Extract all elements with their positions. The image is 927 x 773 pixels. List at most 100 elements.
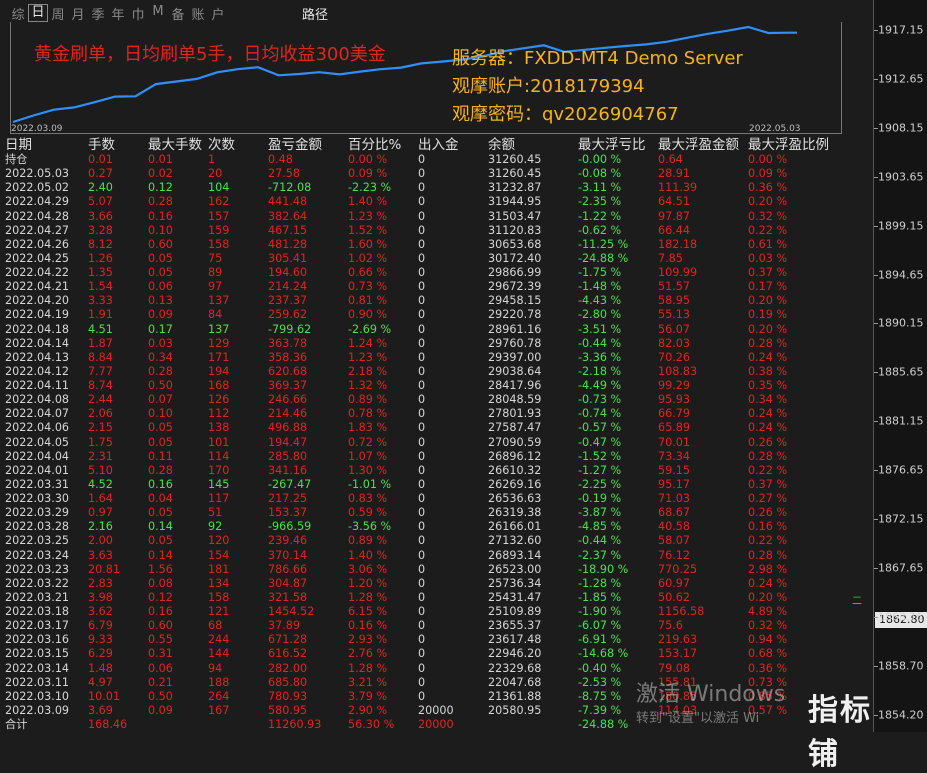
- cell-balance: 27132.60: [488, 534, 542, 548]
- cell-max-float-profit-pct: 0.22 %: [748, 463, 788, 477]
- cell-balance: 29866.99: [488, 266, 542, 279]
- cell-count: 137: [208, 294, 230, 308]
- cell-max-float-profit-pct: 0.37 %: [748, 477, 788, 491]
- cell-max-float-profit: 219.63: [658, 633, 698, 647]
- header-max-float-loss: 最大浮亏比: [578, 137, 646, 153]
- table-row: 持仓 0.01 0.01 1 0.48 0.00 % 0 31260.45 -0.00 % 0.6…: [5, 153, 865, 167]
- cell-max-float-profit: 59.15: [658, 463, 691, 477]
- cell-max-float-profit: 66.79: [658, 407, 691, 421]
- site-logo: 指标铺: [808, 693, 872, 772]
- cell-date: 2022.04.08: [5, 393, 70, 407]
- cell-lots: 3.33: [88, 294, 113, 308]
- cell-deposit: 0: [418, 379, 426, 392]
- cell-date: 2022.05.02: [5, 181, 70, 195]
- cell-percent: 1.40 %: [348, 195, 388, 209]
- path-label[interactable]: 路径: [302, 4, 328, 23]
- cell-profit: 37.89: [268, 619, 301, 633]
- cell-lots: 0.27: [88, 167, 113, 181]
- table-row: 2022.03.30 1.64 0.04 117 217.25 0.83 % 0 26536.…: [5, 492, 865, 506]
- cell-max-float-profit-pct: 0.20 %: [748, 195, 788, 209]
- cell-profit: 214.46: [268, 407, 308, 421]
- cell-lots: 3.28: [88, 223, 113, 237]
- cell-max-float-profit-pct: 0.32 %: [748, 209, 788, 223]
- cell-max-float-profit-pct: 0.27 %: [748, 492, 788, 505]
- cell-deposit: 0: [418, 492, 426, 505]
- cell-date: 2022.04.14: [5, 336, 70, 350]
- cell-deposit: 0: [418, 435, 426, 449]
- cell-max-float-profit: 108.83: [658, 364, 698, 378]
- toolbar-tab[interactable]: 周: [48, 4, 68, 23]
- cell-count: 1: [208, 153, 216, 166]
- table-row: 2022.03.18 3.62 0.16 121 1454.52 6.15 % 0 25109…: [5, 605, 865, 619]
- cell-max-float-loss: -6.91 %: [578, 633, 622, 647]
- cell-profit: 358.36: [268, 350, 308, 364]
- price-axis[interactable]: 1862.80 1917.15 1912.65 1908.15 1903.65 1899…: [873, 0, 927, 732]
- cell-max-float-profit: 71.03: [658, 492, 691, 505]
- cell-max-float-profit: 1156.58: [658, 605, 705, 618]
- cell-deposit: 0: [418, 661, 426, 675]
- cell-max-lots: 0.50: [148, 689, 173, 703]
- cell-deposit: 0: [418, 407, 426, 421]
- header-max-lots: 最大手数: [148, 137, 202, 153]
- cell-date: 2022.04.11: [5, 379, 70, 392]
- toolbar-tab[interactable]: 日: [28, 4, 48, 22]
- cell-balance: 28048.59: [488, 393, 542, 407]
- cell-max-lots: 0.12: [148, 181, 173, 195]
- cell-max-float-profit-pct: 0.36 %: [748, 661, 788, 675]
- cell-date: 2022.04.06: [5, 421, 70, 435]
- cell-lots: 6.29: [88, 647, 113, 661]
- cell-max-float-loss: -2.35 %: [578, 195, 622, 209]
- toolbar-tab[interactable]: 年: [108, 4, 128, 23]
- cell-deposit: 0: [418, 520, 426, 534]
- cell-deposit: 0: [418, 506, 426, 520]
- cell-deposit: 0: [418, 590, 426, 604]
- toolbar-tab[interactable]: 户: [208, 4, 228, 23]
- cell-profit: 246.66: [268, 393, 308, 407]
- cell-balance: 25736.34: [488, 576, 542, 590]
- toolbar-tab[interactable]: 月: [68, 4, 88, 23]
- cell-max-float-profit: 79.08: [658, 661, 691, 675]
- toolbar-tab[interactable]: 季: [88, 4, 108, 23]
- cell-profit: 217.25: [268, 492, 308, 505]
- cell-max-float-loss: -3.87 %: [578, 506, 622, 520]
- cell-percent: 0.89 %: [348, 534, 388, 548]
- cell-deposit: 0: [418, 237, 426, 251]
- cell-percent: 2.90 %: [348, 703, 388, 717]
- cell-max-float-profit: 40.58: [658, 520, 691, 534]
- cell-profit: 27.58: [268, 167, 301, 181]
- toolbar-tab[interactable]: M: [148, 4, 168, 22]
- cell-max-float-profit-pct: 0.20 %: [748, 322, 788, 336]
- cell-count: 68: [208, 619, 223, 633]
- cell-count: 145: [208, 477, 230, 491]
- cell-balance: 26166.01: [488, 520, 542, 534]
- cell-count: 126: [208, 393, 230, 407]
- cell-count: 97: [208, 280, 223, 294]
- toolbar-tab[interactable]: 账: [188, 4, 208, 23]
- cell-count: 167: [208, 703, 230, 717]
- cell-max-float-profit: 7.85: [658, 251, 683, 265]
- cell-profit: 239.46: [268, 534, 308, 548]
- cell-count: 120: [208, 534, 230, 548]
- cell-max-float-profit-pct: 0.17 %: [748, 280, 788, 294]
- cell-max-float-profit: 58.95: [658, 294, 691, 308]
- cell-deposit: 0: [418, 153, 426, 166]
- header-count: 次数: [208, 137, 235, 153]
- cell-date: 2022.03.17: [5, 619, 70, 633]
- cell-max-float-profit-pct: 0.32 %: [748, 619, 788, 633]
- toolbar-tab[interactable]: 备: [168, 4, 188, 23]
- cell-balance: 27587.47: [488, 421, 542, 435]
- toolbar-tab[interactable]: 综: [8, 4, 28, 23]
- cell-profit: 369.37: [268, 379, 308, 392]
- toolbar-tab[interactable]: 巾: [128, 4, 148, 23]
- cell-max-float-profit: 68.67: [658, 506, 691, 520]
- cell-profit: -267.47: [268, 477, 312, 491]
- cell-lots: 1.87: [88, 336, 113, 350]
- table-row: 2022.03.24 3.63 0.14 154 370.14 1.40 % 0 26893.…: [5, 549, 865, 563]
- cell-percent: 3.06 %: [348, 562, 388, 576]
- cell-date: 2022.04.07: [5, 407, 70, 421]
- cell-lots: 7.77: [88, 364, 113, 378]
- header-max-float-profit-pct: 最大浮盈比例: [748, 137, 829, 153]
- cell-deposit: 0: [418, 449, 426, 463]
- cell-max-float-profit-pct: 0.36 %: [748, 181, 788, 195]
- cell-count: 181: [208, 562, 230, 576]
